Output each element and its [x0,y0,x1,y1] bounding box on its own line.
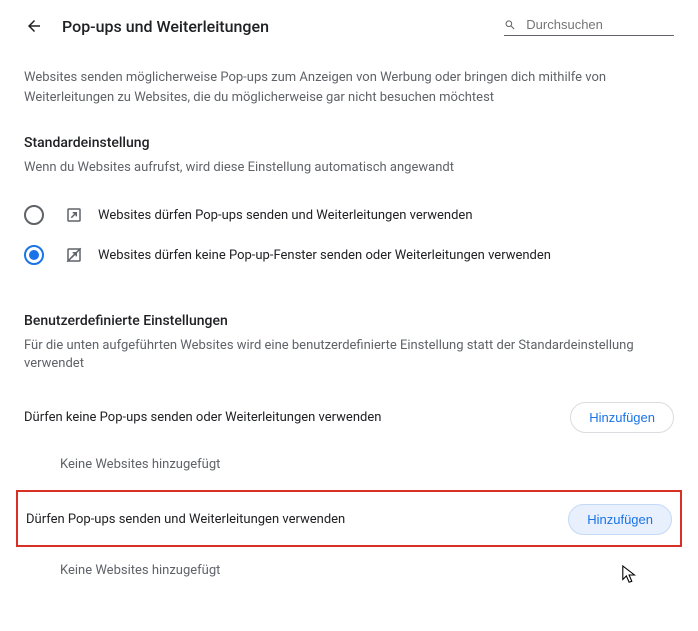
back-button[interactable] [24,16,44,36]
radio-label: Websites dürfen Pop-ups senden und Weite… [98,208,473,223]
page-title: Pop-ups und Weiterleitungen [62,17,269,36]
custom-settings-desc: Für die unten aufgeführten Websites wird… [24,337,674,373]
default-behavior-title: Standardeinstellung [24,135,674,151]
intro-text: Websites senden möglicherweise Pop-ups z… [24,68,674,107]
add-blocked-site-button[interactable]: Hinzufügen [570,402,674,433]
allow-list-highlight: Dürfen Pop-ups senden und Weiterleitunge… [16,490,682,547]
open-new-blocked-icon [64,245,84,265]
search-input[interactable] [524,16,674,33]
search-icon [504,18,516,32]
add-allowed-site-button[interactable]: Hinzufügen [568,504,672,535]
open-new-icon [64,205,84,225]
allow-list-label: Dürfen Pop-ups senden und Weiterleitunge… [26,512,345,527]
custom-settings-title: Benutzerdefinierte Einstellungen [24,313,674,329]
search-field[interactable] [504,16,674,36]
block-list-empty: Keine Websites hinzugefügt [24,441,674,476]
radio-option-block[interactable]: Websites dürfen keine Pop-up-Fenster sen… [24,235,674,275]
block-list-section: Dürfen keine Pop-ups senden oder Weiterl… [24,394,674,476]
default-behavior-desc: Wenn du Websites aufrufst, wird diese Ei… [24,159,674,177]
allow-list-empty: Keine Websites hinzugefügt [24,547,674,582]
radio-label: Websites dürfen keine Pop-up-Fenster sen… [98,248,551,263]
radio-button[interactable] [24,245,44,265]
arrow-left-icon [25,17,43,35]
radio-button[interactable] [24,205,44,225]
block-list-label: Dürfen keine Pop-ups senden oder Weiterl… [24,410,381,425]
radio-option-allow[interactable]: Websites dürfen Pop-ups senden und Weite… [24,195,674,235]
